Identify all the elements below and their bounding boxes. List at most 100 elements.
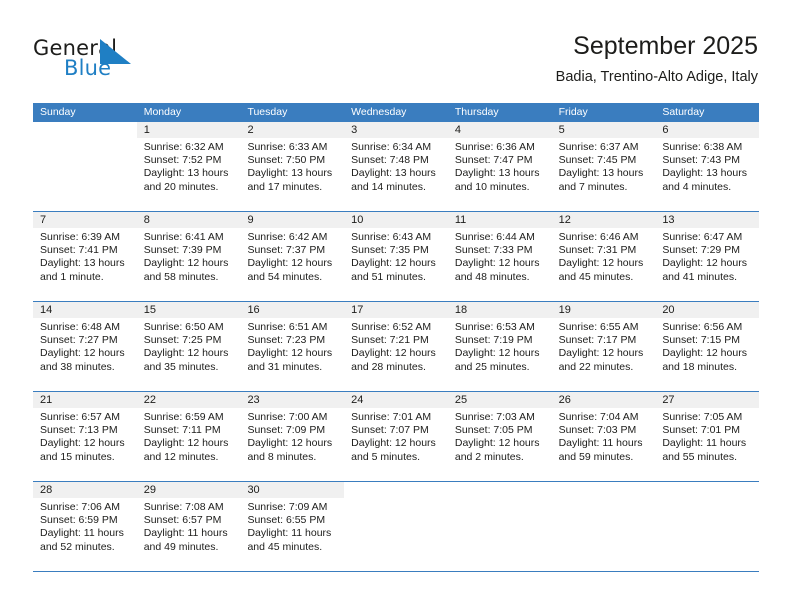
calendar-bottom-rule [33, 571, 759, 572]
sunset-text: Sunset: 7:27 PM [40, 334, 118, 347]
daylight-text-line2: and 45 minutes. [247, 540, 323, 553]
daylight-text-line1: Daylight: 12 hours [351, 347, 436, 360]
sunset-text: Sunset: 7:41 PM [40, 244, 118, 257]
daylight-text-line1: Daylight: 11 hours [662, 437, 747, 450]
calendar-week-cells: 14 Sunrise: 6:48 AM Sunset: 7:27 PM Dayligh… [33, 302, 760, 391]
calendar-day-cell[interactable]: 25 Sunrise: 7:03 AM Sunset: 7:05 PM Dayligh… [447, 392, 552, 481]
sunset-text: Sunset: 7:21 PM [351, 334, 429, 347]
daylight-text-line2: and 59 minutes. [558, 450, 634, 463]
calendar-day-cell[interactable]: 17 Sunrise: 6:52 AM Sunset: 7:21 PM Dayligh… [344, 302, 448, 391]
calendar-day-number: 12 [551, 212, 656, 228]
calendar-day-details: Sunrise: 6:51 AM Sunset: 7:23 PM Daylight:… [240, 318, 344, 380]
calendar-day-cell[interactable]: 26 Sunrise: 7:04 AM Sunset: 7:03 PM Dayligh… [551, 392, 656, 481]
daylight-text-line1: Daylight: 12 hours [351, 437, 436, 450]
sunrise-text: Sunrise: 6:52 AM [351, 321, 432, 333]
calendar-day-cell[interactable]: 13 Sunrise: 6:47 AM Sunset: 7:29 PM Dayligh… [655, 212, 760, 301]
calendar-day-cell[interactable]: 30 Sunrise: 7:09 AM Sunset: 6:55 PM Dayligh… [240, 482, 345, 571]
sunset-text: Sunset: 7:03 PM [558, 424, 637, 437]
sunset-text: Sunset: 7:01 PM [662, 424, 740, 437]
sunset-text: Sunset: 7:35 PM [351, 244, 429, 257]
daylight-text-line2: and 15 minutes. [40, 450, 115, 463]
sunrise-text: Sunrise: 6:33 AM [247, 141, 328, 153]
sunset-text: Sunset: 7:50 PM [247, 154, 326, 167]
calendar-day-details: Sunrise: 6:56 AM Sunset: 7:15 PM Daylight:… [655, 318, 759, 380]
calendar-day-number: 8 [136, 212, 241, 228]
calendar-week-cells: 21 Sunrise: 6:57 AM Sunset: 7:13 PM Dayligh… [33, 392, 760, 481]
sunset-text: Sunset: 7:17 PM [558, 334, 637, 347]
calendar-table: Sunday Monday Tuesday Wednesday Thursday… [33, 103, 760, 572]
sunset-text: Sunset: 7:37 PM [247, 244, 326, 257]
sunset-text: Sunset: 7:13 PM [40, 424, 118, 437]
calendar-day-cell[interactable]: 19 Sunrise: 6:55 AM Sunset: 7:17 PM Dayligh… [551, 302, 656, 391]
calendar-day-cell[interactable]: 14 Sunrise: 6:48 AM Sunset: 7:27 PM Dayligh… [33, 302, 137, 391]
sunrise-text: Sunrise: 6:51 AM [247, 321, 328, 333]
sunset-text: Sunset: 7:48 PM [351, 154, 429, 167]
weekday-header-tuesday: Tuesday [247, 106, 288, 118]
calendar-day-cell[interactable]: 2 Sunrise: 6:33 AM Sunset: 7:50 PM Daylight… [240, 122, 345, 211]
sunrise-text: Sunrise: 7:06 AM [40, 501, 120, 513]
general-blue-logo: General Blue [33, 36, 203, 88]
calendar-day-details: Sunrise: 7:03 AM Sunset: 7:05 PM Daylight:… [448, 408, 552, 470]
calendar-day-details: Sunrise: 6:52 AM Sunset: 7:21 PM Daylight:… [344, 318, 448, 380]
calendar-day-cell[interactable]: 27 Sunrise: 7:05 AM Sunset: 7:01 PM Dayligh… [655, 392, 760, 481]
calendar-day-cell[interactable]: 24 Sunrise: 7:01 AM Sunset: 7:07 PM Dayligh… [344, 392, 448, 481]
calendar-day-number: 13 [655, 212, 760, 228]
daylight-text-line1: Daylight: 13 hours [558, 167, 644, 180]
calendar-day-cell[interactable]: 6 Sunrise: 6:38 AM Sunset: 7:43 PM Daylight… [655, 122, 760, 211]
sunrise-text: Sunrise: 6:44 AM [454, 231, 535, 243]
sunrise-text: Sunrise: 6:57 AM [40, 411, 120, 423]
sunset-text: Sunset: 7:23 PM [247, 334, 326, 347]
calendar-day-cell[interactable]: 12 Sunrise: 6:46 AM Sunset: 7:31 PM Dayligh… [551, 212, 656, 301]
calendar-day-cell[interactable]: 29 Sunrise: 7:08 AM Sunset: 6:57 PM Dayligh… [136, 482, 241, 571]
calendar-day-cell-empty [447, 482, 552, 571]
calendar-day-number: 14 [33, 302, 137, 318]
daylight-text-line2: and 58 minutes. [143, 270, 219, 283]
calendar-day-cell[interactable]: 11 Sunrise: 6:44 AM Sunset: 7:33 PM Dayligh… [447, 212, 552, 301]
calendar-day-details: Sunrise: 7:00 AM Sunset: 7:09 PM Daylight:… [240, 408, 344, 470]
calendar-day-cell[interactable]: 16 Sunrise: 6:51 AM Sunset: 7:23 PM Dayligh… [240, 302, 345, 391]
calendar-day-cell[interactable]: 1 Sunrise: 6:32 AM Sunset: 7:52 PM Daylight… [136, 122, 241, 211]
calendar-day-number: 17 [344, 302, 448, 318]
sunrise-text: Sunrise: 6:42 AM [247, 231, 328, 243]
sunset-text: Sunset: 7:33 PM [454, 244, 533, 257]
daylight-text-line2: and 4 minutes. [662, 180, 732, 193]
daylight-text-line1: Daylight: 13 hours [351, 167, 436, 180]
calendar-day-number: 4 [447, 122, 552, 138]
calendar-day-number: 3 [344, 122, 448, 138]
sunset-text: Sunset: 7:05 PM [454, 424, 533, 437]
calendar-day-cell[interactable]: 4 Sunrise: 6:36 AM Sunset: 7:47 PM Daylight… [447, 122, 552, 211]
calendar-day-cell[interactable]: 28 Sunrise: 7:06 AM Sunset: 6:59 PM Dayligh… [33, 482, 137, 571]
sunset-text: Sunset: 7:43 PM [662, 154, 740, 167]
calendar-day-cell[interactable]: 20 Sunrise: 6:56 AM Sunset: 7:15 PM Dayligh… [655, 302, 760, 391]
calendar-day-cell[interactable]: 15 Sunrise: 6:50 AM Sunset: 7:25 PM Dayligh… [136, 302, 241, 391]
calendar-day-details: Sunrise: 6:44 AM Sunset: 7:33 PM Daylight:… [448, 228, 552, 290]
sunset-text: Sunset: 7:39 PM [143, 244, 222, 257]
weekday-header-saturday: Saturday [662, 106, 705, 118]
calendar-day-cell[interactable]: 18 Sunrise: 6:53 AM Sunset: 7:19 PM Dayligh… [447, 302, 552, 391]
daylight-text-line1: Daylight: 12 hours [143, 347, 229, 360]
calendar-day-details: Sunrise: 6:46 AM Sunset: 7:31 PM Daylight:… [552, 228, 656, 290]
calendar-week-cells: 7 Sunrise: 6:39 AM Sunset: 7:41 PM Daylight… [33, 212, 760, 301]
calendar-day-cell[interactable]: 5 Sunrise: 6:37 AM Sunset: 7:45 PM Daylight… [551, 122, 656, 211]
daylight-text-line2: and 17 minutes. [247, 180, 323, 193]
calendar-weeks: 1 Sunrise: 6:32 AM Sunset: 7:52 PM Daylight… [33, 122, 760, 571]
calendar-day-cell[interactable]: 9 Sunrise: 6:42 AM Sunset: 7:37 PM Daylight… [240, 212, 345, 301]
calendar-day-cell[interactable]: 7 Sunrise: 6:39 AM Sunset: 7:41 PM Daylight… [33, 212, 137, 301]
sunrise-text: Sunrise: 6:43 AM [351, 231, 432, 243]
calendar-day-cell[interactable]: 3 Sunrise: 6:34 AM Sunset: 7:48 PM Daylight… [344, 122, 448, 211]
calendar-week-row: 7 Sunrise: 6:39 AM Sunset: 7:41 PM Daylight… [33, 211, 760, 301]
calendar-day-number: 1 [136, 122, 241, 138]
sunrise-text: Sunrise: 7:08 AM [143, 501, 224, 513]
calendar-day-cell[interactable]: 10 Sunrise: 6:43 AM Sunset: 7:35 PM Dayligh… [344, 212, 448, 301]
calendar-day-cell[interactable]: 23 Sunrise: 7:00 AM Sunset: 7:09 PM Dayligh… [240, 392, 345, 481]
calendar-week-row: 21 Sunrise: 6:57 AM Sunset: 7:13 PM Dayligh… [33, 391, 760, 481]
calendar-day-number: 5 [551, 122, 656, 138]
daylight-text-line1: Daylight: 12 hours [454, 257, 540, 270]
sunrise-text: Sunrise: 7:00 AM [247, 411, 328, 423]
calendar-day-cell[interactable]: 8 Sunrise: 6:41 AM Sunset: 7:39 PM Daylight… [136, 212, 241, 301]
calendar-day-number: 10 [344, 212, 448, 228]
calendar-day-cell[interactable]: 21 Sunrise: 6:57 AM Sunset: 7:13 PM Dayligh… [33, 392, 137, 481]
weekday-header-wednesday: Wednesday [351, 106, 407, 118]
calendar-day-cell[interactable]: 22 Sunrise: 6:59 AM Sunset: 7:11 PM Dayligh… [136, 392, 241, 481]
calendar-day-details: Sunrise: 7:05 AM Sunset: 7:01 PM Daylight:… [655, 408, 759, 470]
